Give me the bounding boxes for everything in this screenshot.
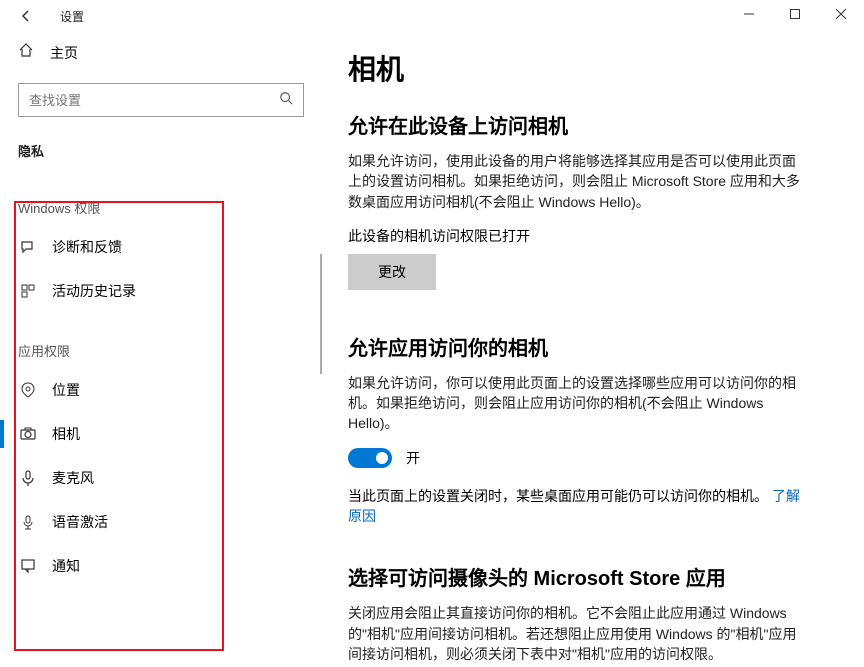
section1-desc: 如果允许访问，使用此设备的用户将能够选择其应用是否可以使用此页面上的设置访问相机… [348,151,808,212]
search-icon [279,91,293,110]
history-icon [18,282,38,300]
group-label-windows-perm: Windows 权限 [0,170,320,225]
sidebar-item-location[interactable]: 位置 [0,368,320,412]
sidebar-item-label: 通知 [52,556,80,576]
section2-desc: 如果允许访问，你可以使用此页面上的设置选择哪些应用可以访问你的相机。如果拒绝访问… [348,373,808,434]
window-title: 设置 [60,8,84,25]
section2-title: 允许应用访问你的相机 [348,332,824,361]
location-icon [18,381,38,399]
toggle-state-label: 开 [406,448,420,468]
sidebar-item-voice-activation[interactable]: 语音激活 [0,500,320,544]
close-button[interactable] [818,0,864,28]
sidebar-item-label: 诊断和反馈 [52,237,122,257]
mic-icon [18,469,38,487]
change-button[interactable]: 更改 [348,254,436,290]
sidebar-item-activity-history[interactable]: 活动历史记录 [0,269,320,313]
maximize-button[interactable] [772,0,818,28]
sidebar-item-label: 语音激活 [52,512,108,532]
toggle-knob [376,452,388,464]
sidebar-item-camera[interactable]: 相机 [0,412,320,456]
sidebar-item-label: 相机 [52,424,80,444]
feedback-icon [18,238,38,256]
voice-icon [18,513,38,531]
section2-info: 当此页面上的设置关闭时，某些桌面应用可能仍可以访问你的相机。 了解原因 [348,486,808,527]
home-link[interactable]: 主页 [0,32,320,73]
sidebar-item-label: 位置 [52,380,80,400]
sidebar: 主页 隐私 Windows 权限 诊断和反馈 活动历史记录 应用权限 [0,32,320,667]
category-header: 隐私 [0,127,320,170]
home-label: 主页 [50,43,78,63]
section3-desc: 关闭应用会阻止其直接访问你的相机。它不会阻止此应用通过 Windows 的"相机… [348,603,808,664]
main-content: 相机 允许在此设备上访问相机 如果允许访问，使用此设备的用户将能够选择其应用是否… [320,32,864,667]
camera-icon [18,425,38,443]
search-input[interactable] [29,93,279,108]
sidebar-item-label: 麦克风 [52,468,94,488]
notif-icon [18,557,38,575]
sidebar-item-diagnostics[interactable]: 诊断和反馈 [0,225,320,269]
group-label-app-perm: 应用权限 [0,313,320,368]
sidebar-item-label: 活动历史记录 [52,281,136,301]
back-button[interactable] [14,8,38,24]
minimize-button[interactable] [726,0,772,28]
section1-title: 允许在此设备上访问相机 [348,110,824,139]
info-text: 当此页面上的设置关闭时，某些桌面应用可能仍可以访问你的相机。 [348,488,768,504]
device-access-status: 此设备的相机访问权限已打开 [348,226,824,246]
sidebar-item-microphone[interactable]: 麦克风 [0,456,320,500]
home-icon [18,42,34,63]
page-title: 相机 [348,48,824,88]
scrollbar[interactable] [320,254,322,374]
search-input-wrapper[interactable] [18,83,304,117]
app-access-toggle[interactable] [348,448,392,468]
sidebar-item-notifications[interactable]: 通知 [0,544,320,588]
section3-title: 选择可访问摄像头的 Microsoft Store 应用 [348,562,824,591]
